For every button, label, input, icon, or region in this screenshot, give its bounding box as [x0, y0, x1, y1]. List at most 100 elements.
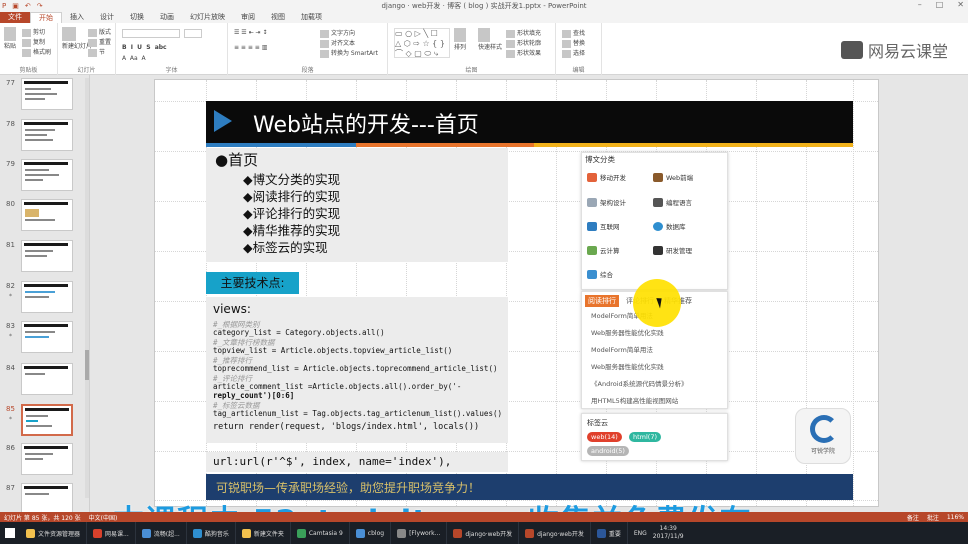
start-button[interactable]: [0, 522, 20, 544]
taskbar-app-label: 重要: [608, 530, 621, 538]
powerpoint-icon: [453, 528, 463, 538]
format-painter-button[interactable]: 格式刷: [22, 47, 51, 57]
taskbar-app[interactable]: cblog: [350, 522, 392, 544]
taskbar-app[interactable]: [Flywork...: [391, 522, 448, 544]
play-arrow-icon: [214, 110, 232, 132]
taskbar-app[interactable]: django·web开发: [447, 522, 520, 544]
undo-icon[interactable]: ↶: [25, 2, 31, 10]
input-language[interactable]: ENG: [628, 530, 653, 537]
group-font: B I U S abc A Aa A 字体: [116, 23, 228, 75]
category-label: 编程语言: [666, 199, 692, 207]
select-button[interactable]: 选择: [562, 48, 585, 58]
close-button[interactable]: ✕: [957, 0, 964, 9]
keyboard-icon: [653, 197, 663, 207]
copy-button[interactable]: 复制: [22, 37, 45, 47]
thumbnail-item[interactable]: 86: [0, 443, 90, 481]
shape-outline-button[interactable]: 形状轮廓: [506, 38, 541, 48]
font-name-select[interactable]: [122, 29, 180, 38]
taskbar-app[interactable]: Camtasia 9: [291, 522, 350, 544]
maximize-button[interactable]: □: [936, 0, 944, 9]
ranking-item[interactable]: ModelForm简单用法: [591, 344, 653, 354]
taskbar-app[interactable]: 重要: [591, 522, 628, 544]
paste-label: 粘贴: [4, 43, 17, 50]
notes-button[interactable]: 备注: [907, 513, 919, 522]
category-item: 云计算: [587, 245, 620, 255]
zoom-level[interactable]: 116%: [947, 514, 964, 521]
arrange-button[interactable]: 排列: [454, 28, 468, 51]
quick-styles-button[interactable]: 快速样式: [478, 28, 502, 51]
ranking-item[interactable]: 《Android系统源代码情景分析》: [591, 378, 688, 388]
netease-brand: 网易云课堂: [840, 38, 948, 62]
briefcase-icon: [653, 172, 663, 182]
font-color-icon[interactable]: A Aa A: [122, 55, 146, 62]
shape-fill-button[interactable]: 形状填充: [506, 28, 541, 38]
views-label: views:: [213, 302, 251, 316]
tab-insert[interactable]: 插入: [62, 12, 92, 23]
bold-icon[interactable]: B I U S abc: [122, 44, 167, 51]
thumbnail-scrollbar-thumb[interactable]: [85, 350, 89, 380]
brand-name: 网易云课堂: [867, 42, 948, 61]
thumbnail-scrollbar[interactable]: [85, 78, 89, 498]
tab-animations[interactable]: 动画: [152, 12, 182, 23]
taskbar-app[interactable]: 流畅(超...: [136, 522, 187, 544]
language-indicator[interactable]: 中文(中国): [89, 513, 118, 522]
thumbnail-item[interactable]: 81: [0, 240, 90, 278]
taskbar-app[interactable]: 酷狗音乐: [187, 522, 236, 544]
ranking-item[interactable]: Web服务器性能优化实践: [591, 327, 664, 337]
slide-canvas[interactable]: Web站点的开发---首页 ●首页 ◆博文分类的实现 ◆阅读排行的实现 ◆评论排…: [154, 79, 879, 507]
thumbnail-item[interactable]: 78: [0, 119, 90, 157]
tag-badge[interactable]: web(14): [587, 432, 622, 442]
minimize-button[interactable]: –: [918, 0, 922, 9]
list-icon[interactable]: ☰ ☰ ⇤ ⇥ ↕: [234, 29, 267, 36]
cut-label: 剪切: [33, 29, 46, 36]
cut-button[interactable]: 剪切: [22, 27, 45, 37]
thumbnail-image: [21, 199, 73, 231]
system-clock[interactable]: 14:39 2017/11/9: [653, 525, 690, 541]
tab-design[interactable]: 设计: [92, 12, 122, 23]
tag-badge[interactable]: html(7): [629, 432, 662, 442]
shapes-gallery[interactable]: ▭ ○ ▷ ╲ ☐ △ ⬡ ⇨ ☆ { } ⌒ ◇ ▢ ⬭ ⤷: [394, 28, 450, 58]
taskbar-app[interactable]: 文件资源管理器: [20, 522, 88, 544]
save-icon[interactable]: ▣: [12, 2, 19, 10]
tab-file[interactable]: 文件: [0, 12, 30, 23]
thumbnail-item[interactable]: 83 *: [0, 321, 90, 359]
redo-icon[interactable]: ↷: [37, 2, 43, 10]
section-button[interactable]: 节: [88, 47, 105, 57]
paste-button[interactable]: 粘贴: [4, 27, 18, 50]
tab-transitions[interactable]: 切换: [122, 12, 152, 23]
code-line: category_list = Category.objects.all(): [213, 328, 385, 337]
smartart-button[interactable]: 转换为 SmartArt: [320, 48, 378, 58]
shape-effects-button[interactable]: 形状效果: [506, 48, 541, 58]
layout-button[interactable]: 版式: [88, 27, 111, 37]
tab-view[interactable]: 视图: [263, 12, 293, 23]
font-size-select[interactable]: [184, 29, 202, 38]
reset-button[interactable]: 重置: [88, 37, 111, 47]
taskbar-app[interactable]: 新建文件夹: [236, 522, 291, 544]
tab-addins[interactable]: 加载项: [293, 12, 330, 23]
align-icon[interactable]: ≡ ≡ ≡ ≡ ▥: [234, 44, 267, 51]
thumbnail-item[interactable]: 77: [0, 78, 90, 116]
thumbnail-item[interactable]: 80: [0, 199, 90, 237]
tab-read-ranking[interactable]: 阅读排行: [585, 295, 619, 307]
ranking-item[interactable]: Web服务器性能优化实践: [591, 361, 664, 371]
tag-badge[interactable]: android(5): [587, 446, 629, 456]
ranking-item[interactable]: 用HTML5构建高性能视图网站: [591, 395, 678, 405]
taskbar-app[interactable]: django·web开发: [519, 522, 591, 544]
section-label: 节: [99, 49, 106, 56]
replace-button[interactable]: 替换: [562, 38, 585, 48]
thumbnail-item[interactable]: 82 *: [0, 281, 90, 319]
thumbnail-item-selected[interactable]: 85 *: [0, 404, 90, 442]
thumbnail-item[interactable]: 79: [0, 159, 90, 197]
tab-home[interactable]: 开始: [30, 12, 62, 23]
comments-button[interactable]: 批注: [927, 513, 939, 522]
mobile-icon: [587, 172, 597, 182]
copy-icon: [22, 38, 31, 47]
tab-slideshow[interactable]: 幻灯片放映: [182, 12, 233, 23]
find-button[interactable]: 查找: [562, 28, 585, 38]
thumbnail-item[interactable]: 84: [0, 363, 90, 401]
tab-review[interactable]: 审阅: [233, 12, 263, 23]
quick-access-toolbar: P ▣ ↶ ↷: [2, 0, 43, 12]
taskbar-app[interactable]: 网易课...: [87, 522, 136, 544]
align-text-button[interactable]: 对齐文本: [320, 38, 355, 48]
text-direction-button[interactable]: 文字方向: [320, 28, 355, 38]
